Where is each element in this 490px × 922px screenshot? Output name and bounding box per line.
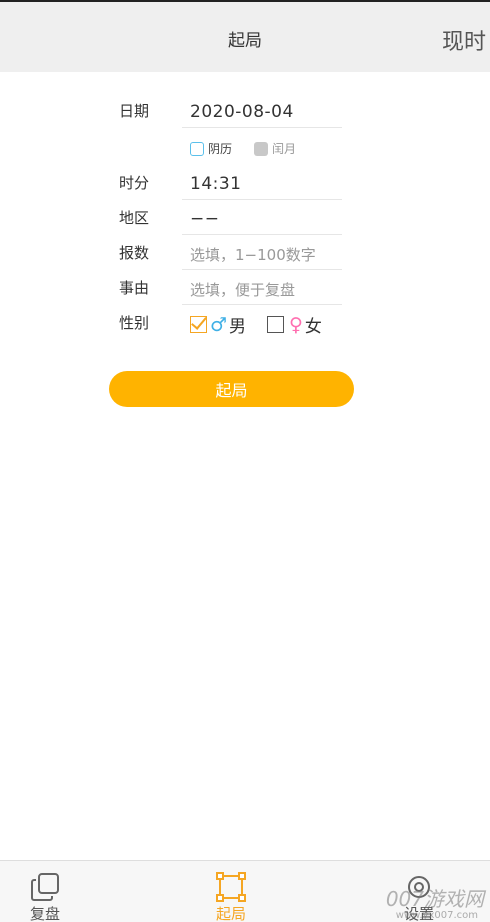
number-placeholder: 选填，1−100数字 [190, 246, 316, 264]
reason-input[interactable]: 选填，便于复盘 [182, 271, 342, 305]
leap-month-checkbox[interactable] [254, 141, 268, 156]
copy-icon [29, 871, 61, 903]
male-checkbox[interactable] [190, 316, 207, 333]
date-field[interactable]: 2020-08-04 [182, 94, 342, 128]
female-option[interactable]: ♀ 女 [267, 312, 322, 337]
number-input[interactable]: 选填，1−100数字 [182, 236, 342, 270]
now-button[interactable]: 现时 [442, 24, 486, 56]
date-row: 日期 2020-08-04 [0, 94, 490, 128]
watermark-url: www.yx007.com [395, 910, 478, 921]
frame-icon [215, 871, 247, 903]
tab-review[interactable]: 复盘 [0, 861, 105, 922]
leap-month-option[interactable]: 闰月 [254, 140, 296, 157]
tab-start[interactable]: 起局 [171, 861, 291, 922]
female-icon: ♀ [289, 313, 303, 336]
male-label: 男 [229, 317, 247, 337]
tab-start-label: 起局 [215, 905, 246, 922]
lunar-checkbox[interactable] [190, 141, 204, 156]
lunar-option[interactable]: 阴历 [190, 140, 232, 157]
time-label: 时分 [119, 174, 150, 192]
number-label: 报数 [119, 244, 150, 262]
region-field[interactable]: −− [182, 201, 342, 235]
start-button[interactable]: 起局 [109, 371, 354, 407]
reason-label: 事由 [119, 279, 150, 297]
female-label: 女 [304, 317, 322, 337]
time-value: 14:31 [190, 174, 242, 194]
page-title: 起局 [228, 31, 262, 51]
leap-month-label: 闰月 [272, 142, 297, 156]
tab-review-label: 复盘 [29, 905, 60, 922]
time-field[interactable]: 14:31 [182, 166, 342, 200]
time-row: 时分 14:31 [0, 166, 490, 200]
date-value: 2020-08-04 [190, 102, 294, 122]
bottom-tab-bar: 复盘 起局 设置 007游戏网 www.yx007.com [0, 860, 490, 922]
gender-label: 性别 [119, 314, 150, 332]
region-label: 地区 [119, 209, 150, 227]
date-label: 日期 [119, 102, 150, 120]
female-checkbox[interactable] [267, 316, 284, 333]
male-option[interactable]: ♂ 男 [190, 312, 246, 337]
male-icon: ♂ [210, 313, 228, 336]
watermark: 007游戏网 [385, 887, 484, 911]
reason-row: 事由 选填，便于复盘 [0, 271, 490, 305]
reason-placeholder: 选填，便于复盘 [190, 281, 296, 299]
region-value: −− [190, 209, 220, 229]
top-bar: 起局 现时 [0, 0, 490, 72]
number-row: 报数 选填，1−100数字 [0, 236, 490, 270]
lunar-label: 阴历 [208, 142, 233, 156]
region-row: 地区 −− [0, 201, 490, 235]
